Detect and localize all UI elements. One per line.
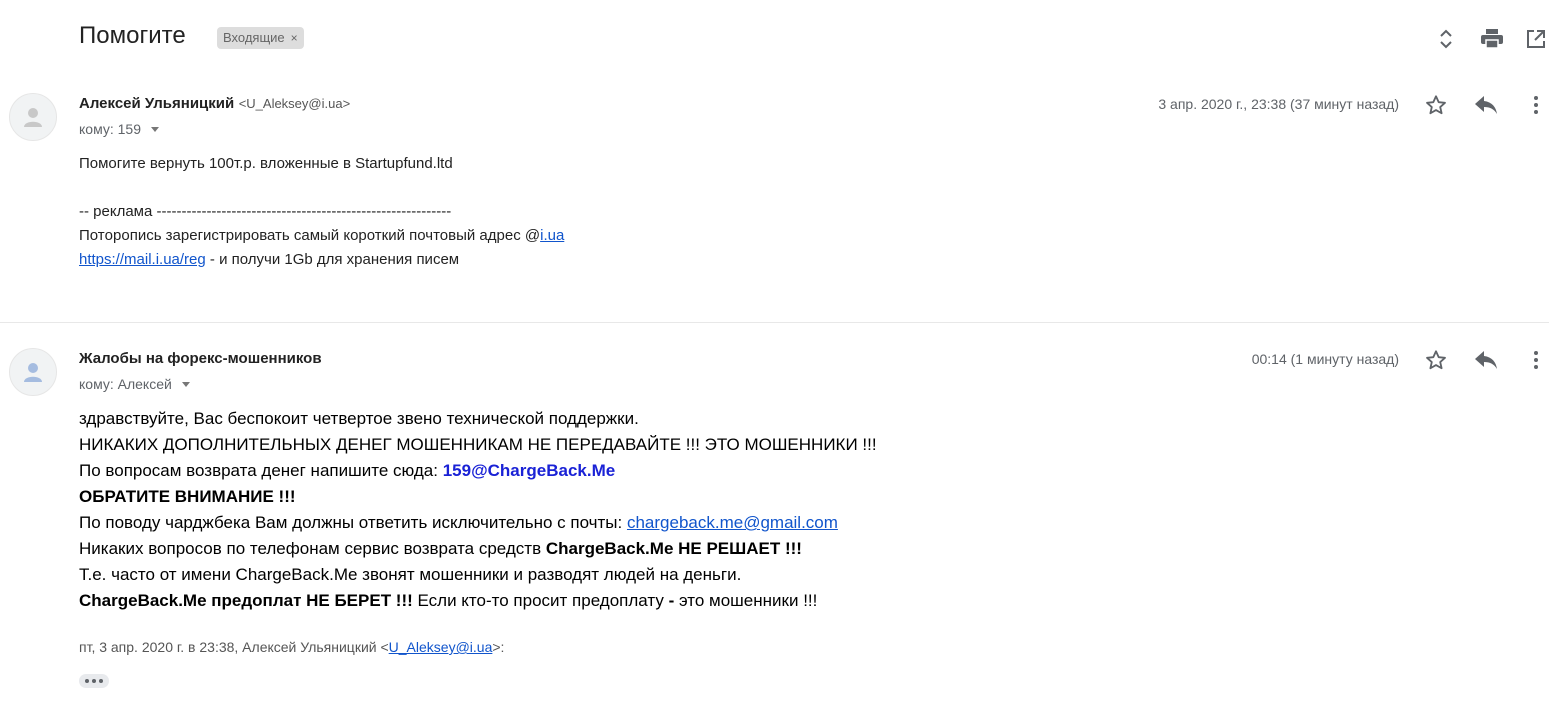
remove-label-icon[interactable]: × xyxy=(291,27,298,49)
register-link[interactable]: https://mail.i.ua/reg xyxy=(79,251,206,268)
ad-line: https://mail.i.ua/reg - и получи 1Gb для… xyxy=(79,251,460,268)
message-sender: Алексей Ульяницкий <U_Aleksey@i.ua> xyxy=(79,95,350,113)
message-date: 3 апр. 2020 г., 23:38 (37 минут назад) xyxy=(1158,96,1399,112)
star-icon[interactable] xyxy=(1424,348,1448,372)
reply-icon[interactable] xyxy=(1474,93,1498,117)
body-line: По поводу чарджбека Вам должны ответить … xyxy=(79,513,838,532)
message-body: Помогите вернуть 100т.р. вложенные в Sta… xyxy=(79,152,564,272)
thread-subject: Помогите xyxy=(79,22,186,49)
print-icon[interactable] xyxy=(1480,27,1504,51)
body-line: ОБРАТИТЕ ВНИМАНИЕ !!! xyxy=(79,487,296,506)
expand-collapse-icon[interactable] xyxy=(1434,27,1458,51)
message-sender: Жалобы на форекс-мошенников xyxy=(79,350,322,368)
body-line: ChargeBack.Me предоплат НЕ БЕРЕТ !!! Есл… xyxy=(79,591,818,610)
body-line: Помогите вернуть 100т.р. вложенные в Sta… xyxy=(79,155,453,172)
person-icon xyxy=(24,108,42,127)
gmail-link[interactable]: chargeback.me@gmail.com xyxy=(627,513,838,532)
recipient-text: кому: Алексей xyxy=(79,376,172,392)
reply-icon[interactable] xyxy=(1474,348,1498,372)
more-options-icon[interactable] xyxy=(1524,348,1548,372)
body-line: НИКАКИХ ДОПОЛНИТЕЛЬНЫХ ДЕНЕГ МОШЕННИКАМ … xyxy=(79,435,877,454)
more-options-icon[interactable] xyxy=(1524,93,1548,117)
message-date: 00:14 (1 минуту назад) xyxy=(1251,351,1399,367)
body-line: По вопросам возврата денег напишите сюда… xyxy=(79,461,616,480)
ad-line: Потoропись зарегистрировать самый коротк… xyxy=(79,227,565,244)
sender-email: <U_Aleksey@i.ua> xyxy=(238,96,351,111)
body-line: Никаких вопросов по телефонам сервис воз… xyxy=(79,539,802,558)
label-chip-text: Входящие xyxy=(223,30,285,45)
person-icon xyxy=(24,363,42,382)
sender-avatar xyxy=(9,93,57,141)
quoted-sender-link[interactable]: U_Aleksey@i.ua xyxy=(389,639,493,655)
body-line: Т.е. часто от имени ChargeBack.Me звонят… xyxy=(79,565,742,584)
show-trimmed-content-button[interactable] xyxy=(79,674,109,688)
support-email: 159@ChargeBack.Me xyxy=(442,461,616,480)
quote-header: пт, 3 апр. 2020 г. в 23:38, Алексей Улья… xyxy=(79,639,505,655)
domain-link[interactable]: i.ua xyxy=(540,227,564,244)
recipient-line[interactable]: кому: Алексей xyxy=(79,376,190,392)
sender-avatar xyxy=(9,348,57,396)
sender-name: Жалобы на форекс-мошенников xyxy=(79,350,322,367)
chevron-down-icon[interactable] xyxy=(151,126,159,132)
label-chip-inbox[interactable]: Входящие × xyxy=(217,27,304,49)
sender-name: Алексей Ульяницкий xyxy=(79,95,235,112)
message-body: здравствуйте, Вас беспокоит четвертое зв… xyxy=(79,406,877,614)
message-divider xyxy=(0,322,1549,323)
recipient-line[interactable]: кому: 159 xyxy=(79,121,159,137)
chevron-down-icon[interactable] xyxy=(181,381,190,387)
open-in-new-window-icon[interactable] xyxy=(1524,27,1548,51)
recipient-text: кому: 159 xyxy=(79,121,141,137)
star-icon[interactable] xyxy=(1424,93,1448,117)
body-line: здравствуйте, Вас беспокоит четвертое зв… xyxy=(79,409,639,428)
ad-line: -- реклама -----------------------------… xyxy=(79,203,452,220)
